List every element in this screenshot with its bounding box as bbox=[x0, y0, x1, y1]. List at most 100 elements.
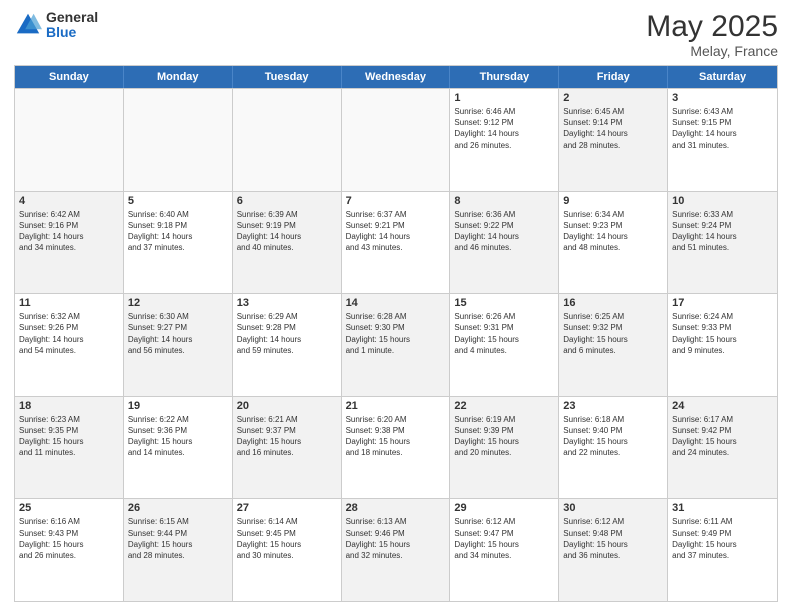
day-number: 2 bbox=[563, 92, 663, 104]
cell-info: Sunrise: 6:26 AM Sunset: 9:31 PM Dayligh… bbox=[454, 311, 554, 356]
cell-info: Sunrise: 6:34 AM Sunset: 9:23 PM Dayligh… bbox=[563, 209, 663, 254]
cell-info: Sunrise: 6:12 AM Sunset: 9:48 PM Dayligh… bbox=[563, 516, 663, 561]
calendar-cell: 29 Sunrise: 6:12 AM Sunset: 9:47 PM Dayli… bbox=[450, 499, 559, 601]
calendar-cell: 27 Sunrise: 6:14 AM Sunset: 9:45 PM Dayli… bbox=[233, 499, 342, 601]
day-number: 5 bbox=[128, 195, 228, 207]
cell-info: Sunrise: 6:14 AM Sunset: 9:45 PM Dayligh… bbox=[237, 516, 337, 561]
calendar-cell bbox=[342, 89, 451, 191]
day-number: 21 bbox=[346, 400, 446, 412]
cell-info: Sunrise: 6:29 AM Sunset: 9:28 PM Dayligh… bbox=[237, 311, 337, 356]
calendar-cell: 5 Sunrise: 6:40 AM Sunset: 9:18 PM Daylig… bbox=[124, 192, 233, 294]
day-number: 29 bbox=[454, 502, 554, 514]
cell-info: Sunrise: 6:16 AM Sunset: 9:43 PM Dayligh… bbox=[19, 516, 119, 561]
subtitle: Melay, France bbox=[646, 43, 778, 59]
weekday-header: Monday bbox=[124, 66, 233, 88]
calendar-cell: 13 Sunrise: 6:29 AM Sunset: 9:28 PM Dayli… bbox=[233, 294, 342, 396]
day-number: 14 bbox=[346, 297, 446, 309]
calendar-cell: 16 Sunrise: 6:25 AM Sunset: 9:32 PM Dayli… bbox=[559, 294, 668, 396]
calendar-cell: 18 Sunrise: 6:23 AM Sunset: 9:35 PM Dayli… bbox=[15, 397, 124, 499]
cell-info: Sunrise: 6:23 AM Sunset: 9:35 PM Dayligh… bbox=[19, 414, 119, 459]
cell-info: Sunrise: 6:42 AM Sunset: 9:16 PM Dayligh… bbox=[19, 209, 119, 254]
weekday-header: Tuesday bbox=[233, 66, 342, 88]
calendar-row: 4 Sunrise: 6:42 AM Sunset: 9:16 PM Daylig… bbox=[15, 191, 777, 294]
day-number: 9 bbox=[563, 195, 663, 207]
day-number: 12 bbox=[128, 297, 228, 309]
calendar-cell: 4 Sunrise: 6:42 AM Sunset: 9:16 PM Daylig… bbox=[15, 192, 124, 294]
cell-info: Sunrise: 6:37 AM Sunset: 9:21 PM Dayligh… bbox=[346, 209, 446, 254]
cell-info: Sunrise: 6:39 AM Sunset: 9:19 PM Dayligh… bbox=[237, 209, 337, 254]
day-number: 1 bbox=[454, 92, 554, 104]
page-header: General Blue May 2025 Melay, France bbox=[14, 10, 778, 59]
logo-blue-text: Blue bbox=[46, 25, 98, 40]
main-title: May 2025 bbox=[646, 10, 778, 43]
cell-info: Sunrise: 6:15 AM Sunset: 9:44 PM Dayligh… bbox=[128, 516, 228, 561]
day-number: 30 bbox=[563, 502, 663, 514]
day-number: 19 bbox=[128, 400, 228, 412]
calendar-cell: 1 Sunrise: 6:46 AM Sunset: 9:12 PM Daylig… bbox=[450, 89, 559, 191]
weekday-header: Wednesday bbox=[342, 66, 451, 88]
cell-info: Sunrise: 6:36 AM Sunset: 9:22 PM Dayligh… bbox=[454, 209, 554, 254]
calendar-header: SundayMondayTuesdayWednesdayThursdayFrid… bbox=[15, 66, 777, 88]
calendar-row: 25 Sunrise: 6:16 AM Sunset: 9:43 PM Dayli… bbox=[15, 498, 777, 601]
calendar-cell: 31 Sunrise: 6:11 AM Sunset: 9:49 PM Dayli… bbox=[668, 499, 777, 601]
calendar-cell: 26 Sunrise: 6:15 AM Sunset: 9:44 PM Dayli… bbox=[124, 499, 233, 601]
weekday-header: Saturday bbox=[668, 66, 777, 88]
cell-info: Sunrise: 6:22 AM Sunset: 9:36 PM Dayligh… bbox=[128, 414, 228, 459]
cell-info: Sunrise: 6:40 AM Sunset: 9:18 PM Dayligh… bbox=[128, 209, 228, 254]
day-number: 15 bbox=[454, 297, 554, 309]
calendar-cell: 8 Sunrise: 6:36 AM Sunset: 9:22 PM Daylig… bbox=[450, 192, 559, 294]
calendar-cell: 17 Sunrise: 6:24 AM Sunset: 9:33 PM Dayli… bbox=[668, 294, 777, 396]
calendar-cell: 3Sunrise: 6:43 AM Sunset: 9:15 PM Daylig… bbox=[668, 89, 777, 191]
cell-info: Sunrise: 6:12 AM Sunset: 9:47 PM Dayligh… bbox=[454, 516, 554, 561]
calendar-cell: 25 Sunrise: 6:16 AM Sunset: 9:43 PM Dayli… bbox=[15, 499, 124, 601]
calendar-row: 18 Sunrise: 6:23 AM Sunset: 9:35 PM Dayli… bbox=[15, 396, 777, 499]
calendar-cell: 20 Sunrise: 6:21 AM Sunset: 9:37 PM Dayli… bbox=[233, 397, 342, 499]
day-number: 6 bbox=[237, 195, 337, 207]
calendar-cell: 23Sunrise: 6:18 AM Sunset: 9:40 PM Dayli… bbox=[559, 397, 668, 499]
day-number: 22 bbox=[454, 400, 554, 412]
cell-info: Sunrise: 6:24 AM Sunset: 9:33 PM Dayligh… bbox=[672, 311, 773, 356]
day-number: 8 bbox=[454, 195, 554, 207]
cell-info: Sunrise: 6:25 AM Sunset: 9:32 PM Dayligh… bbox=[563, 311, 663, 356]
cell-info: Sunrise: 6:20 AM Sunset: 9:38 PM Dayligh… bbox=[346, 414, 446, 459]
calendar-cell: 30 Sunrise: 6:12 AM Sunset: 9:48 PM Dayli… bbox=[559, 499, 668, 601]
calendar-cell: 11 Sunrise: 6:32 AM Sunset: 9:26 PM Dayli… bbox=[15, 294, 124, 396]
cell-info: Sunrise: 6:46 AM Sunset: 9:12 PM Dayligh… bbox=[454, 106, 554, 151]
day-number: 26 bbox=[128, 502, 228, 514]
calendar: SundayMondayTuesdayWednesdayThursdayFrid… bbox=[14, 65, 778, 602]
logo-general-text: General bbox=[46, 10, 98, 25]
day-number: 24 bbox=[672, 400, 773, 412]
logo: General Blue bbox=[14, 10, 98, 41]
day-number: 31 bbox=[672, 502, 773, 514]
calendar-cell: 9 Sunrise: 6:34 AM Sunset: 9:23 PM Daylig… bbox=[559, 192, 668, 294]
cell-info: Sunrise: 6:45 AM Sunset: 9:14 PM Dayligh… bbox=[563, 106, 663, 151]
cell-info: Sunrise: 6:43 AM Sunset: 9:15 PM Dayligh… bbox=[672, 106, 773, 151]
weekday-header: Thursday bbox=[450, 66, 559, 88]
calendar-row: 1 Sunrise: 6:46 AM Sunset: 9:12 PM Daylig… bbox=[15, 88, 777, 191]
calendar-cell: 10Sunrise: 6:33 AM Sunset: 9:24 PM Dayli… bbox=[668, 192, 777, 294]
day-number: 18 bbox=[19, 400, 119, 412]
calendar-cell: 2 Sunrise: 6:45 AM Sunset: 9:14 PM Daylig… bbox=[559, 89, 668, 191]
cell-info: Sunrise: 6:11 AM Sunset: 9:49 PM Dayligh… bbox=[672, 516, 773, 561]
day-number: 28 bbox=[346, 502, 446, 514]
day-number: 27 bbox=[237, 502, 337, 514]
calendar-cell: 21 Sunrise: 6:20 AM Sunset: 9:38 PM Dayli… bbox=[342, 397, 451, 499]
day-number: 25 bbox=[19, 502, 119, 514]
day-number: 17 bbox=[672, 297, 773, 309]
cell-info: Sunrise: 6:21 AM Sunset: 9:37 PM Dayligh… bbox=[237, 414, 337, 459]
day-number: 13 bbox=[237, 297, 337, 309]
day-number: 4 bbox=[19, 195, 119, 207]
calendar-cell: 15 Sunrise: 6:26 AM Sunset: 9:31 PM Dayli… bbox=[450, 294, 559, 396]
cell-info: Sunrise: 6:32 AM Sunset: 9:26 PM Dayligh… bbox=[19, 311, 119, 356]
calendar-body: 1 Sunrise: 6:46 AM Sunset: 9:12 PM Daylig… bbox=[15, 88, 777, 601]
day-number: 11 bbox=[19, 297, 119, 309]
day-number: 16 bbox=[563, 297, 663, 309]
calendar-cell: 12Sunrise: 6:30 AM Sunset: 9:27 PM Dayli… bbox=[124, 294, 233, 396]
calendar-cell: 22Sunrise: 6:19 AM Sunset: 9:39 PM Dayli… bbox=[450, 397, 559, 499]
calendar-cell bbox=[233, 89, 342, 191]
calendar-row: 11 Sunrise: 6:32 AM Sunset: 9:26 PM Dayli… bbox=[15, 293, 777, 396]
calendar-cell bbox=[15, 89, 124, 191]
calendar-cell: 14Sunrise: 6:28 AM Sunset: 9:30 PM Dayli… bbox=[342, 294, 451, 396]
day-number: 20 bbox=[237, 400, 337, 412]
calendar-cell: 24Sunrise: 6:17 AM Sunset: 9:42 PM Dayli… bbox=[668, 397, 777, 499]
